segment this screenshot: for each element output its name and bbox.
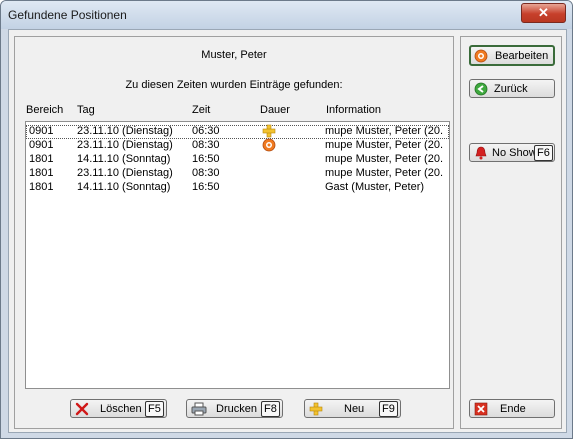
action-panel: Bearbeiten Zurück No Show F6 Ende: [460, 36, 562, 429]
results-panel: Muster, Peter Zu diesen Zeiten wurden Ei…: [14, 36, 454, 429]
cell-tag: 23.11.10 (Dienstag): [77, 139, 173, 151]
back-arrow-icon: [474, 82, 488, 99]
cell-zeit: 16:50: [192, 153, 220, 165]
neu-button[interactable]: Neu F9: [304, 399, 401, 418]
cell-bereich: 0901: [29, 125, 54, 137]
header-zeit[interactable]: Zeit: [192, 104, 210, 116]
header-bereich[interactable]: Bereich: [26, 104, 63, 116]
plus-icon: [309, 402, 323, 419]
drucken-shortcut: F8: [261, 401, 280, 417]
cell-tag: 23.11.10 (Dienstag): [77, 125, 173, 137]
title-bar[interactable]: Gefundene Positionen ✕: [1, 1, 572, 29]
cell-bereich: 1801: [29, 153, 54, 165]
window-title: Gefundene Positionen: [8, 8, 127, 22]
loeschen-shortcut: F5: [145, 401, 164, 417]
cell-information: mupe Muster, Peter (20.: [325, 167, 443, 179]
header-information[interactable]: Information: [326, 104, 381, 116]
bell-icon: [474, 146, 488, 163]
bearbeiten-button[interactable]: Bearbeiten: [469, 45, 555, 66]
drucken-button[interactable]: Drucken F8: [186, 399, 283, 418]
cell-zeit: 06:30: [192, 125, 220, 137]
zurueck-label: Zurück: [494, 83, 528, 95]
cell-bereich: 0901: [29, 139, 54, 151]
dialog-window: Gefundene Positionen ✕ Muster, Peter Zu …: [0, 0, 573, 439]
cell-bereich: 1801: [29, 181, 54, 193]
table-row[interactable]: 1801 23.11.10 (Dienstag) 08:30 mupe Must…: [26, 167, 449, 181]
table-row[interactable]: 1801 14.11.10 (Sonntag) 16:50 Gast (Must…: [26, 181, 449, 195]
dialog-client: Muster, Peter Zu diesen Zeiten wurden Ei…: [8, 29, 567, 433]
table-row[interactable]: 0901 23.11.10 (Dienstag) 08:30 mupe Must…: [26, 138, 449, 153]
person-name: Muster, Peter: [201, 49, 267, 61]
table-row[interactable]: 1801 14.11.10 (Sonntag) 16:50 mupe Muste…: [26, 153, 449, 167]
cell-tag: 14.11.10 (Sonntag): [77, 153, 171, 165]
cell-tag: 14.11.10 (Sonntag): [77, 181, 171, 193]
noshow-button[interactable]: No Show F6: [469, 143, 555, 162]
results-subtitle: Zu diesen Zeiten wurden Einträge gefunde…: [125, 79, 343, 91]
cell-information: mupe Muster, Peter (20.: [325, 153, 443, 165]
close-icon: [474, 402, 488, 419]
cell-zeit: 16:50: [192, 181, 220, 193]
cell-zeit: 08:30: [192, 139, 220, 151]
table-row[interactable]: 0901 23.11.10 (Dienstag) 06:30 mupe Must…: [26, 124, 449, 139]
bearbeiten-label: Bearbeiten: [495, 50, 549, 62]
noshow-label: No Show: [492, 147, 537, 159]
neu-label: Neu: [344, 403, 365, 415]
cell-information: mupe Muster, Peter (20.: [325, 125, 443, 137]
cell-zeit: 08:30: [192, 167, 220, 179]
results-list[interactable]: 0901 23.11.10 (Dienstag) 06:30 mupe Must…: [25, 121, 450, 389]
ende-button[interactable]: Ende: [469, 399, 555, 418]
drucken-label: Drucken: [216, 403, 257, 415]
header-tag[interactable]: Tag: [77, 104, 95, 116]
delete-icon: [75, 402, 89, 419]
cell-bereich: 1801: [29, 167, 54, 179]
list-header: Bereich Tag Zeit Dauer Information: [26, 104, 446, 118]
noshow-shortcut: F6: [534, 145, 553, 161]
neu-shortcut: F9: [379, 401, 398, 417]
cell-information: Gast (Muster, Peter): [325, 181, 425, 193]
zurueck-button[interactable]: Zurück: [469, 79, 555, 98]
ende-label: Ende: [500, 403, 526, 415]
cell-information: mupe Muster, Peter (20.: [325, 139, 443, 151]
loeschen-button[interactable]: Löschen F5: [70, 399, 167, 418]
header-dauer[interactable]: Dauer: [260, 104, 290, 116]
printer-icon: [191, 402, 207, 419]
target-icon: [474, 49, 488, 66]
loeschen-label: Löschen: [100, 403, 142, 415]
close-button[interactable]: ✕: [521, 3, 566, 23]
cell-tag: 23.11.10 (Dienstag): [77, 167, 173, 179]
